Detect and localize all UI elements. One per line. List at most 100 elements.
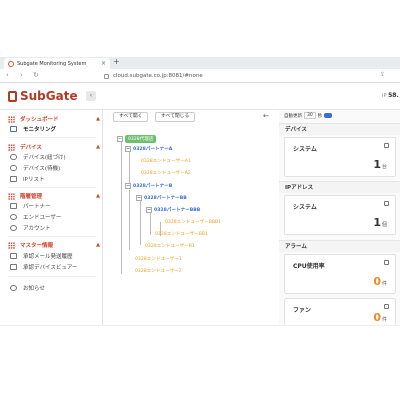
- section-label: マスター情報: [20, 243, 54, 249]
- count-value: 1: [373, 158, 381, 171]
- list-icon: [10, 176, 17, 182]
- url-field[interactable]: cloud.subgate.co.jp:8081/#none: [104, 71, 374, 81]
- sidebar-item-end-user[interactable]: エンドユーザー: [10, 213, 61, 221]
- window-bottom-edge: [0, 325, 400, 326]
- new-tab-button[interactable]: +: [113, 57, 120, 66]
- tree-node-root[interactable]: − 0328代理店: [117, 135, 157, 143]
- sidebar-collapse-button[interactable]: ‹: [86, 91, 96, 101]
- logo-mark-icon: [8, 90, 17, 102]
- card-title: ファン: [293, 307, 312, 314]
- external-link-icon[interactable]: [384, 201, 389, 206]
- tree-line: [129, 151, 130, 184]
- auto-refresh-label: 自動更新: [284, 113, 302, 119]
- count-unit: 件: [381, 317, 387, 323]
- sidebar-section-hierarchy[interactable]: 階層管理 ▲: [8, 192, 100, 200]
- tree-node-end-user[interactable]: 0328エンドユーザーA2: [141, 170, 191, 176]
- tree-node-partner[interactable]: − 0328パートナーBBB: [146, 207, 200, 213]
- section-label: ダッシュボード: [20, 117, 59, 123]
- auto-refresh-interval[interactable]: 30: [304, 112, 316, 119]
- item-label: お知らせ: [23, 286, 45, 292]
- arrow-left-icon[interactable]: ←: [263, 112, 269, 120]
- sidebar-item-device-viewer[interactable]: 承認デバイスビュアー: [10, 263, 77, 271]
- sidebar-section-master[interactable]: マスター情報 ▲: [8, 241, 100, 249]
- node-label: 0328代理店: [125, 135, 157, 143]
- ip-label: IP: [382, 93, 387, 99]
- count-unit: 個: [381, 222, 387, 228]
- item-label: 承認メール発送履歴: [23, 254, 73, 260]
- card-title: システム: [293, 146, 317, 153]
- logo-text: SubGate: [20, 89, 78, 103]
- auto-refresh-toggle[interactable]: [324, 113, 333, 118]
- collapse-all-button[interactable]: すべて閉じる: [155, 112, 196, 122]
- tree-node-end-user[interactable]: 0328エンドユーザー1: [135, 256, 182, 262]
- cpu-alarm-count: 0件: [373, 275, 387, 288]
- chevron-up-icon: ▲: [96, 144, 100, 150]
- fan-alarm-card: ファン 0件: [284, 298, 396, 325]
- grid-icon: [8, 115, 15, 123]
- sidebar-item-notice[interactable]: お知らせ: [10, 284, 45, 292]
- reload-icon[interactable]: ↻: [33, 71, 39, 79]
- close-tab-icon[interactable]: ×: [101, 60, 106, 67]
- node-label: 0328エンドユーザー2: [135, 269, 182, 274]
- url-text: cloud.subgate.co.jp:8081/#none: [113, 73, 203, 79]
- tree-node-partner[interactable]: − 0328パートナーB: [125, 183, 172, 189]
- node-label: 0328パートナーBB: [144, 196, 187, 201]
- collapse-toggle-icon[interactable]: −: [125, 146, 131, 152]
- logo: SubGate: [8, 89, 78, 103]
- cloud-icon: [10, 165, 17, 171]
- sidebar-item-device-standby[interactable]: デバイス(待機): [10, 164, 60, 172]
- tree-node-end-user[interactable]: 0328エンドユーザーA1: [141, 158, 191, 164]
- section-label: デバイス: [20, 145, 42, 151]
- chevron-up-icon: ▲: [96, 116, 100, 122]
- count-unit: 台: [381, 164, 387, 170]
- item-label: パートナー: [23, 204, 51, 210]
- item-label: エンドユーザー: [23, 215, 62, 221]
- count-value: 0: [373, 275, 381, 288]
- sidebar-section-device[interactable]: デバイス ▲: [8, 143, 100, 151]
- cpu-alarm-card: CPU使用率 0件: [284, 254, 396, 294]
- sidebar-item-partner[interactable]: パートナー: [10, 202, 51, 210]
- external-link-icon[interactable]: [384, 304, 389, 309]
- auto-refresh-unit: 秒: [317, 113, 323, 119]
- app-header: SubGate ‹ IP 58.: [0, 84, 400, 110]
- sidebar-item-ip-list[interactable]: IPリスト: [10, 175, 44, 183]
- card-title: CPU使用率: [293, 263, 325, 270]
- monitor-icon: [10, 126, 17, 132]
- ip-value: 58.: [388, 92, 399, 99]
- alarm-panel-title: アラーム: [279, 240, 400, 252]
- sidebar-section-dashboard[interactable]: ダッシュボード ▲: [8, 115, 100, 123]
- card-title: システム: [293, 204, 317, 211]
- sidebar-item-device-linked[interactable]: デバイス(紐づけ): [10, 153, 66, 161]
- external-link-icon[interactable]: [384, 260, 389, 265]
- collapse-toggle-icon[interactable]: −: [146, 207, 152, 213]
- sidebar-item-monitoring[interactable]: モニタリング: [10, 125, 56, 133]
- node-label: 0328エンドユーザーBBB1: [165, 220, 222, 225]
- section-label: 階層管理: [20, 194, 43, 200]
- expand-all-button[interactable]: すべて開く: [113, 112, 149, 122]
- tree-node-end-user[interactable]: 0328エンドユーザー2: [135, 268, 182, 274]
- tree-node-partner[interactable]: − 0328パートナーA: [125, 146, 172, 152]
- node-label: 0328エンドユーザーBB1: [155, 232, 208, 237]
- tree-node-end-user[interactable]: 0328エンドユーザーBBB1: [165, 219, 221, 225]
- collapse-toggle-icon[interactable]: −: [125, 183, 131, 189]
- chevron-up-icon: ▲: [96, 242, 100, 248]
- tree-node-partner[interactable]: − 0328パートナーBB: [136, 195, 187, 201]
- collapse-toggle-icon[interactable]: −: [136, 195, 142, 201]
- chevron-up-icon: ▲: [96, 193, 100, 199]
- sidebar-item-account[interactable]: アカウント: [10, 224, 51, 232]
- collapse-toggle-icon[interactable]: −: [117, 136, 123, 142]
- browser-tab[interactable]: Subgate Monitoring System ×: [4, 58, 110, 69]
- tree-node-end-user[interactable]: 0328エンドユーザーBB1: [155, 231, 208, 237]
- device-panel-title: デバイス: [279, 123, 400, 135]
- sidebar-item-mail-history[interactable]: 承認メール発送履歴: [10, 252, 73, 260]
- share-icon[interactable]: ⇪: [380, 71, 385, 78]
- tree-line: [121, 141, 122, 274]
- tree-node-end-user[interactable]: 0328エンドユーザーB1: [145, 243, 195, 249]
- forward-icon[interactable]: ›: [20, 71, 23, 79]
- node-label: 0328パートナーBBB: [154, 208, 201, 213]
- back-icon[interactable]: ‹: [6, 71, 9, 79]
- item-label: デバイス(待機): [23, 166, 61, 172]
- tree-line: [150, 212, 151, 235]
- node-label: 0328エンドユーザーA1: [141, 159, 191, 164]
- external-link-icon[interactable]: [384, 143, 389, 148]
